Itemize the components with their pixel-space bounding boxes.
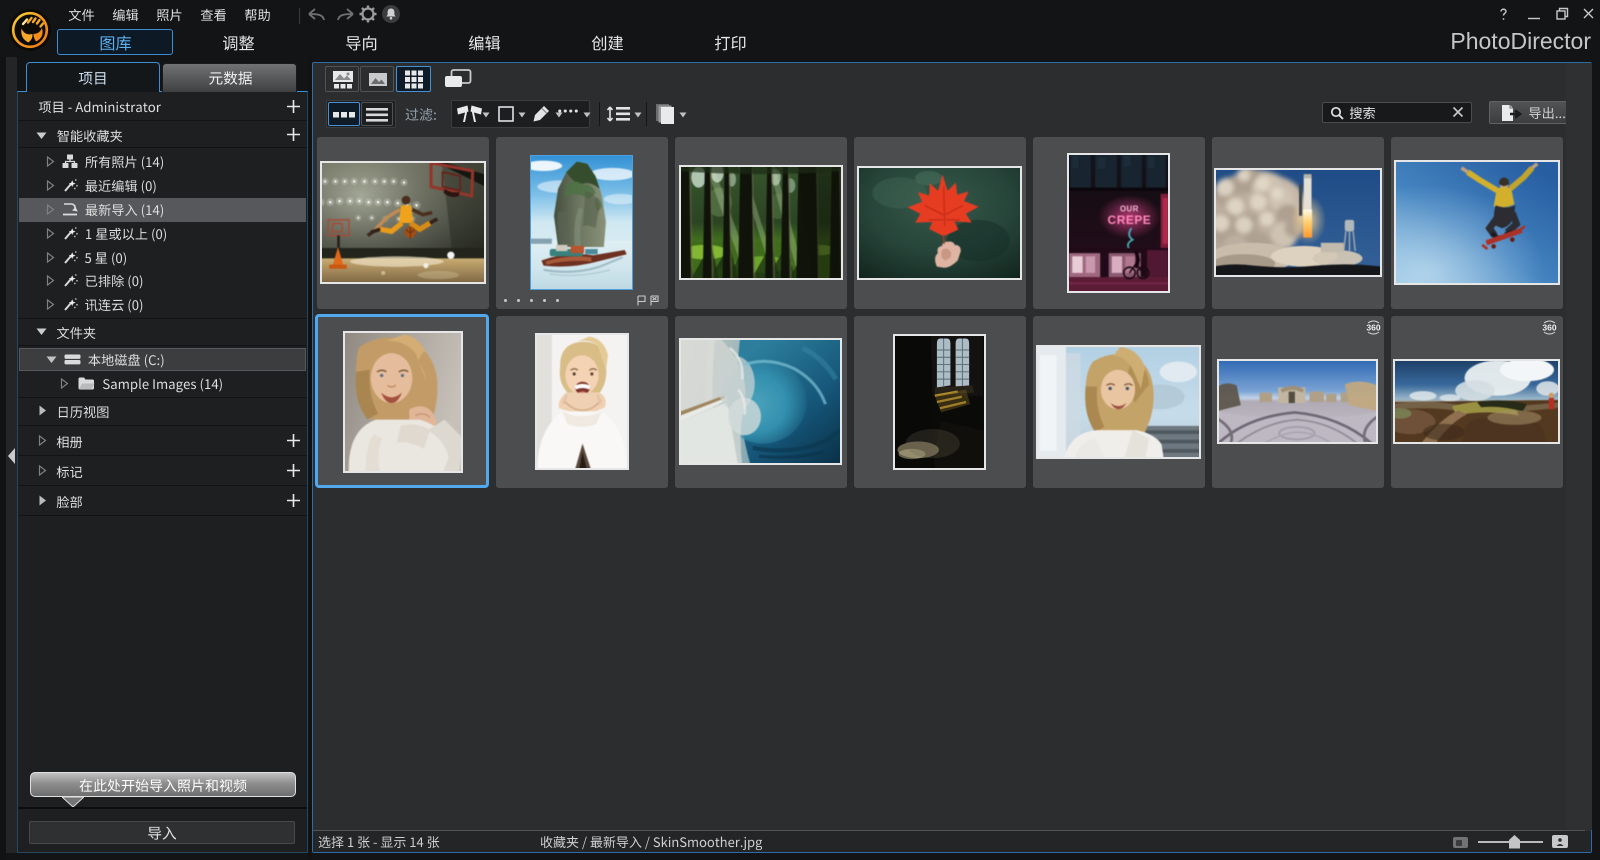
svg-text:CREPE: CREPE: [1108, 213, 1152, 227]
svg-text:360: 360: [1542, 323, 1556, 333]
svg-text:360: 360: [1366, 323, 1380, 333]
